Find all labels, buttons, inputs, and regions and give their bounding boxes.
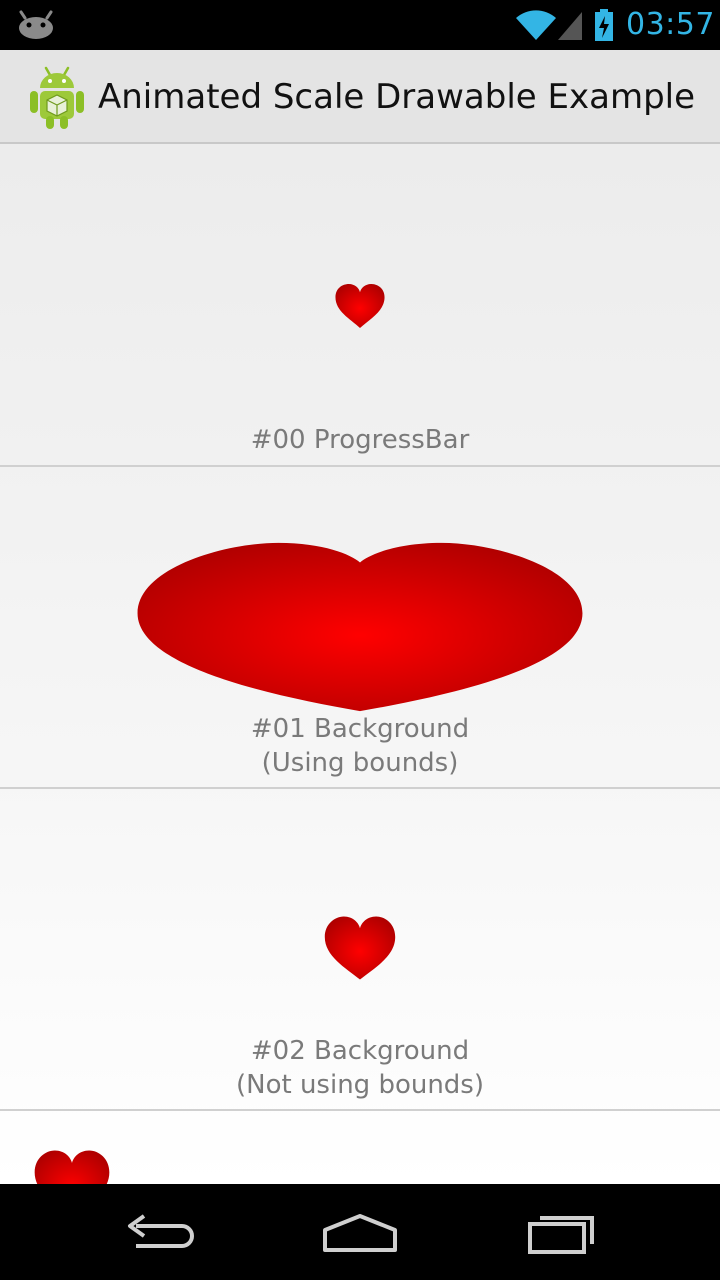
navigation-bar [0, 1184, 720, 1280]
action-bar: Animated Scale Drawable Example [0, 50, 720, 144]
battery-charging-icon [595, 9, 613, 41]
status-clock: 03:57 [626, 7, 715, 42]
row-caption: #00 ProgressBar [250, 425, 470, 455]
row-caption: #02 Background [250, 1036, 470, 1066]
list-item: #00 ProgressBar [0, 144, 720, 467]
status-bar: 03:57 [0, 0, 720, 50]
heart-partial [34, 1150, 110, 1184]
recent-apps-icon[interactable] [518, 1202, 608, 1262]
signal-icon [558, 12, 582, 40]
heart-background-no-bounds [324, 916, 396, 980]
row-caption: #01 Background [250, 714, 470, 744]
heart-progressbar [335, 284, 385, 328]
back-icon[interactable] [114, 1202, 204, 1262]
wifi-icon [516, 10, 556, 40]
android-notification-icon [19, 10, 53, 39]
list-item: #02 Background (Not using bounds) [0, 789, 720, 1111]
content-list: #00 ProgressBar #01 Background (Using bo… [0, 144, 720, 1184]
row-caption-sub: (Using bounds) [261, 748, 459, 778]
app-title: Animated Scale Drawable Example [98, 77, 696, 117]
row-caption-sub: (Not using bounds) [235, 1070, 484, 1100]
list-item: #01 Background (Using bounds) [0, 467, 720, 789]
heart-background-bounds [137, 542, 583, 712]
android-app-icon[interactable] [26, 64, 88, 130]
home-icon[interactable] [315, 1202, 405, 1262]
list-item [0, 1111, 720, 1184]
